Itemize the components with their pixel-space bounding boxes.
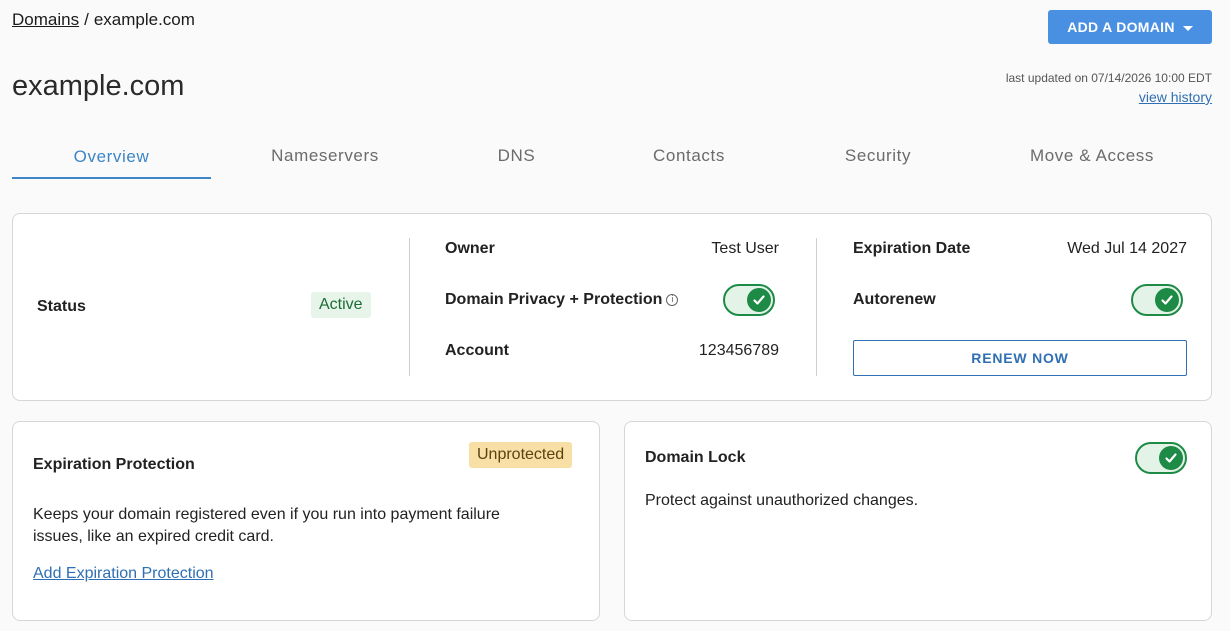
tab-move-access[interactable]: Move & Access [972, 136, 1212, 176]
domain-lock-title: Domain Lock [645, 449, 746, 466]
tab-bar: Overview Nameservers DNS Contacts Securi… [12, 136, 1212, 180]
breadcrumb-current: example.com [93, 10, 195, 29]
expiration-date-label: Expiration Date [853, 240, 971, 257]
domain-lock-toggle[interactable] [1135, 442, 1187, 474]
check-icon [747, 288, 771, 312]
info-icon[interactable]: i [666, 294, 679, 306]
domain-summary-card: Status Active Owner Test User Domain Pri… [12, 213, 1212, 401]
divider [816, 238, 817, 376]
privacy-label-text: Domain Privacy + Protection [445, 291, 663, 308]
last-updated-block: last updated on 07/14/2026 10:00 EDT vie… [1006, 69, 1212, 107]
check-icon [1155, 288, 1179, 312]
owner-label: Owner [445, 240, 495, 257]
domain-overview-page: Domains / example.com ADD A DOMAIN examp… [0, 0, 1230, 631]
account-label: Account [445, 342, 509, 359]
domain-lock-description: Protect against unauthorized changes. [645, 492, 919, 509]
privacy-toggle[interactable] [723, 284, 775, 316]
autorenew-toggle[interactable] [1131, 284, 1183, 316]
last-updated-text: last updated on 07/14/2026 10:00 EDT [1005, 71, 1212, 85]
breadcrumb: Domains / example.com [12, 10, 195, 30]
tab-contacts[interactable]: Contacts [594, 136, 784, 176]
divider [409, 238, 410, 376]
expiration-date-value: Wed Jul 14 2027 [1067, 240, 1187, 257]
privacy-label: Domain Privacy + Protection i [445, 291, 679, 309]
expiration-protection-description: Keeps your domain registered even if you… [33, 506, 500, 545]
owner-value: Test User [711, 240, 779, 257]
check-icon [1159, 446, 1183, 470]
tab-overview[interactable]: Overview [12, 136, 211, 179]
account-value: 123456789 [698, 342, 779, 359]
add-domain-button[interactable]: ADD A DOMAIN [1048, 10, 1212, 44]
expiration-protection-title: Expiration Protection [33, 456, 195, 473]
view-history-link[interactable]: view history [1006, 88, 1212, 107]
status-label: Status [37, 298, 86, 315]
page-title: example.com [12, 70, 185, 102]
renew-now-button[interactable]: RENEW NOW [853, 340, 1187, 376]
tab-nameservers[interactable]: Nameservers [211, 136, 439, 176]
breadcrumb-separator: / [84, 10, 89, 29]
caret-down-icon [1182, 25, 1193, 31]
status-badge: Active [311, 292, 371, 318]
add-expiration-protection-link[interactable]: Add Expiration Protection [33, 565, 214, 583]
expiration-protection-card: Expiration Protection Unprotected Keeps … [12, 421, 600, 621]
tab-security[interactable]: Security [784, 136, 972, 176]
tab-dns[interactable]: DNS [439, 136, 594, 176]
breadcrumb-domains-link[interactable]: Domains [12, 10, 79, 30]
domain-lock-card: Domain Lock Protect against unauthorized… [624, 421, 1212, 621]
protection-status-badge: Unprotected [469, 442, 573, 468]
add-domain-label: ADD A DOMAIN [1067, 19, 1175, 35]
autorenew-label: Autorenew [853, 291, 936, 308]
